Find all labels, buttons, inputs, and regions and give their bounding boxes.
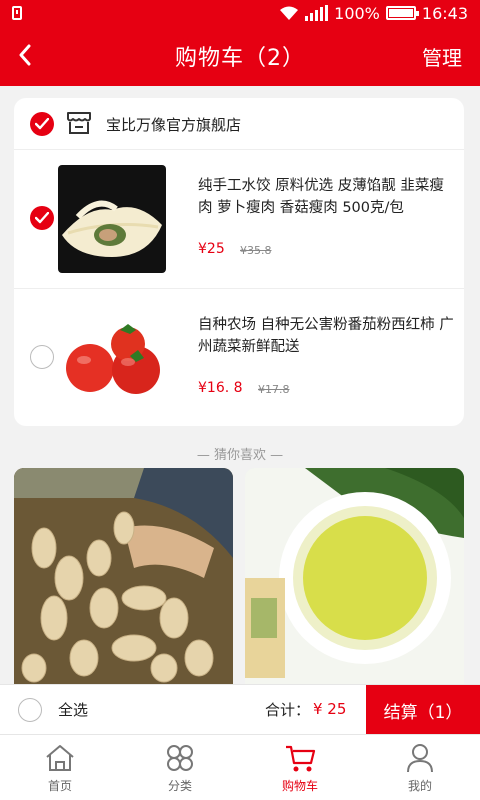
store-icon (67, 112, 91, 134)
tab-home[interactable]: 首页 (0, 735, 120, 800)
shop-name[interactable]: 宝比万像官方旗舰店 (106, 114, 241, 135)
checkmark-icon (35, 118, 49, 130)
tab-profile-label: 我的 (407, 779, 432, 793)
checkmark-icon (35, 212, 49, 224)
chevron-left-icon (19, 44, 31, 66)
tab-profile[interactable]: 我的 (360, 735, 480, 800)
tab-bar: 首页 分类 购物车 我的 (0, 734, 480, 800)
home-icon (46, 745, 74, 771)
clock: 16:43 (421, 3, 468, 23)
shop-header: 宝比万像官方旗舰店 (14, 98, 464, 150)
battery-percent: 100% (334, 3, 380, 23)
total-label: 合计： (265, 701, 311, 719)
category-icon (167, 745, 193, 771)
shop-cart-card: 宝比万像官方旗舰店 纯手工水饺 原料优选 皮薄馅靓 韭菜瘦肉 萝卜瘦肉 香菇瘦肉… (14, 98, 464, 426)
select-all-label[interactable]: 全选 (58, 699, 88, 720)
cart-item[interactable]: 自种农场 自种无公害粉番茄粉西红柿 广州蔬菜新鲜配送 ¥16. 8 ¥17.8 (14, 290, 464, 428)
tab-category-label: 分类 (167, 779, 192, 793)
checkout-button[interactable]: 结算（1） (366, 685, 480, 735)
tab-cart[interactable]: 购物车 (240, 735, 360, 800)
recommend-heading: — 猜你喜欢 — (196, 448, 284, 463)
tomato-image[interactable] (58, 304, 166, 412)
item-select-checkbox[interactable] (30, 345, 54, 369)
sim-card-icon (12, 6, 22, 20)
shop-select-checkbox[interactable] (30, 112, 54, 136)
total-value: ¥ 25 (313, 700, 347, 718)
back-button[interactable] (10, 40, 40, 70)
select-all-checkbox[interactable] (18, 698, 42, 722)
navigation-bar: 购物车（2） 管理 (0, 26, 480, 86)
tab-home-label: 首页 (47, 779, 72, 793)
item-title[interactable]: 纯手工水饺 原料优选 皮薄馅靓 韭菜瘦肉 萝卜瘦肉 香菇瘦肉 500克/包 (198, 175, 454, 219)
item-original-price: ¥35.8 (240, 244, 272, 257)
item-price: ¥25 (198, 241, 225, 257)
tab-category[interactable]: 分类 (120, 735, 240, 800)
recommend-tea-image[interactable] (245, 468, 464, 684)
checkout-bar: 全选 合计： ¥ 25 结算（1） (0, 684, 480, 735)
tab-cart-label: 购物车 (281, 779, 318, 793)
wifi-icon (280, 6, 299, 20)
cart-item[interactable]: 纯手工水饺 原料优选 皮薄馅靓 韭菜瘦肉 萝卜瘦肉 香菇瘦肉 500克/包 ¥2… (14, 151, 464, 289)
battery-icon (385, 6, 419, 20)
signal-icon (305, 5, 329, 21)
dumpling-image[interactable] (58, 165, 166, 273)
user-icon (407, 744, 433, 773)
item-original-price: ¥17.8 (258, 383, 290, 396)
item-title[interactable]: 自种农场 自种无公害粉番茄粉西红柿 广州蔬菜新鲜配送 (198, 314, 454, 358)
item-select-checkbox[interactable] (30, 206, 54, 230)
recommend-peanuts-image[interactable] (14, 468, 233, 684)
cart-icon (286, 745, 316, 772)
page-title: 购物车（2） (175, 46, 305, 71)
item-price: ¥16. 8 (198, 380, 243, 396)
status-bar: 100% 16:43 (0, 0, 480, 26)
manage-button[interactable]: 管理 (422, 42, 462, 71)
